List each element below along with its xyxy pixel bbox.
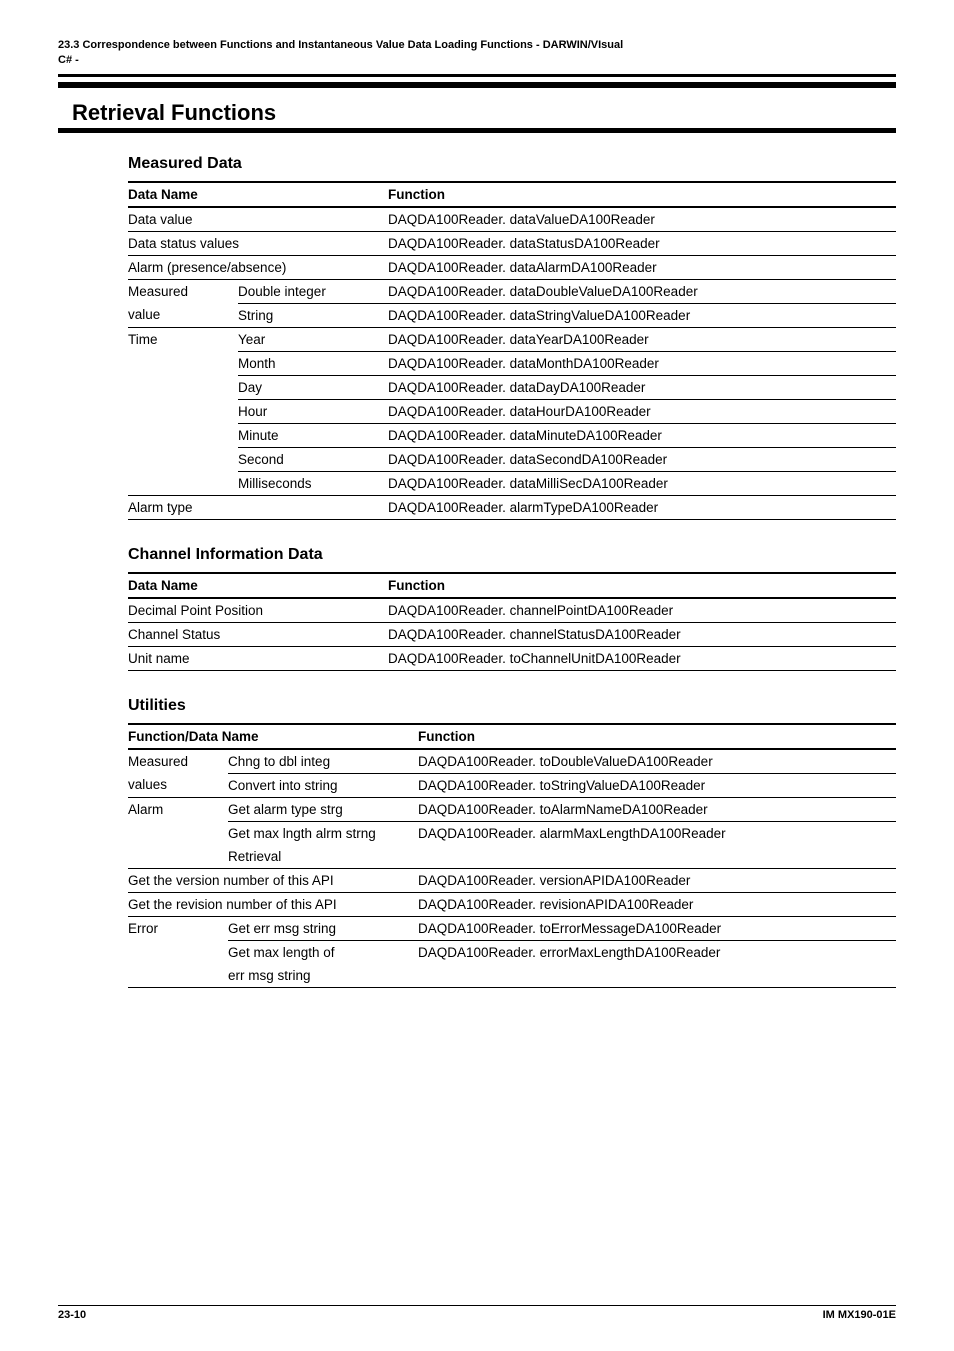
table-cell: Time: [128, 327, 238, 351]
table-cell: [128, 447, 238, 471]
table-cell: Double integer: [238, 279, 388, 303]
table-cell: [128, 423, 238, 447]
col-header: Function: [388, 573, 896, 598]
table-cell: Second: [238, 447, 388, 471]
section-title: Retrieval Functions: [72, 100, 896, 126]
table-cell: Day: [238, 375, 388, 399]
table-cell: Hour: [238, 399, 388, 423]
table-cell: DAQDA100Reader. toAlarmNameDA100Reader: [418, 797, 896, 821]
page-number: 23-10: [58, 1309, 86, 1321]
table-cell: DAQDA100Reader. toDoubleValueDA100Reader: [418, 749, 896, 774]
table-cell: err msg string: [228, 964, 418, 988]
table-cell: values: [128, 773, 228, 797]
table-cell: Alarm type: [128, 495, 388, 519]
table-cell: [418, 964, 896, 988]
table-cell: Get alarm type strg: [228, 797, 418, 821]
utilities-table: Function/Data Name Function MeasuredChng…: [128, 723, 896, 988]
measured-data-table: Data Name Function Data valueDAQDA100Rea…: [128, 181, 896, 520]
channel-info-table: Data Name Function Decimal Point Positio…: [128, 572, 896, 671]
col-header: Function: [388, 182, 896, 207]
table-cell: Measured: [128, 749, 228, 774]
table-cell: [128, 964, 228, 988]
col-header: Function: [418, 724, 896, 749]
table-cell: String: [238, 303, 388, 327]
table-cell: Retrieval: [228, 845, 418, 869]
table-cell: [128, 375, 238, 399]
table-cell: Chng to dbl integ: [228, 749, 418, 774]
table-cell: DAQDA100Reader. toStringValueDA100Reader: [418, 773, 896, 797]
page-context: 23.3 Correspondence between Functions an…: [58, 38, 896, 68]
table-cell: [418, 845, 896, 869]
col-header: Data Name: [128, 182, 388, 207]
table-cell: DAQDA100Reader. versionAPIDA100Reader: [418, 868, 896, 892]
meta-line1: 23.3 Correspondence between Functions an…: [58, 39, 623, 51]
table-cell: Get the revision number of this API: [128, 892, 418, 916]
table-cell: Convert into string: [228, 773, 418, 797]
table-cell: DAQDA100Reader. dataMinuteDA100Reader: [388, 423, 896, 447]
table-cell: DAQDA100Reader. dataMilliSecDA100Reader: [388, 471, 896, 495]
table-cell: Get max length of: [228, 940, 418, 964]
table-cell: Alarm: [128, 797, 228, 821]
table-cell: Year: [238, 327, 388, 351]
table-cell: DAQDA100Reader. dataStatusDA100Reader: [388, 231, 896, 255]
table-cell: Error: [128, 916, 228, 940]
table-cell: DAQDA100Reader. dataYearDA100Reader: [388, 327, 896, 351]
subheading-utilities: Utilities: [128, 697, 896, 715]
meta-line2: C# -: [58, 54, 79, 66]
table-cell: [128, 351, 238, 375]
table-cell: DAQDA100Reader. dataMonthDA100Reader: [388, 351, 896, 375]
table-cell: value: [128, 303, 238, 327]
table-cell: Unit name: [128, 646, 388, 670]
table-cell: Data value: [128, 207, 388, 232]
table-cell: Measured: [128, 279, 238, 303]
doc-id: IM MX190-01E: [823, 1309, 896, 1321]
table-cell: [128, 845, 228, 869]
table-cell: DAQDA100Reader. toErrorMessageDA100Reade…: [418, 916, 896, 940]
page-footer: 23-10 IM MX190-01E: [58, 1305, 896, 1321]
table-cell: DAQDA100Reader. dataStringValueDA100Read…: [388, 303, 896, 327]
table-cell: DAQDA100Reader. dataSecondDA100Reader: [388, 447, 896, 471]
subheading-measured-data: Measured Data: [128, 155, 896, 173]
table-cell: DAQDA100Reader. channelStatusDA100Reader: [388, 622, 896, 646]
table-cell: [128, 399, 238, 423]
table-cell: Milliseconds: [238, 471, 388, 495]
table-cell: Get the version number of this API: [128, 868, 418, 892]
table-cell: Minute: [238, 423, 388, 447]
table-cell: DAQDA100Reader. dataAlarmDA100Reader: [388, 255, 896, 279]
table-cell: DAQDA100Reader. dataDoubleValueDA100Read…: [388, 279, 896, 303]
table-cell: Decimal Point Position: [128, 598, 388, 623]
table-cell: DAQDA100Reader. channelPointDA100Reader: [388, 598, 896, 623]
table-cell: DAQDA100Reader. alarmMaxLengthDA100Reade…: [418, 821, 896, 845]
table-cell: Get err msg string: [228, 916, 418, 940]
table-cell: Channel Status: [128, 622, 388, 646]
table-cell: Month: [238, 351, 388, 375]
table-cell: DAQDA100Reader. errorMaxLengthDA100Reade…: [418, 940, 896, 964]
table-cell: DAQDA100Reader. revisionAPIDA100Reader: [418, 892, 896, 916]
subheading-channel-info: Channel Information Data: [128, 546, 896, 564]
table-cell: DAQDA100Reader. alarmTypeDA100Reader: [388, 495, 896, 519]
divider: [58, 74, 896, 88]
table-cell: [128, 821, 228, 845]
divider: [58, 128, 896, 133]
table-cell: Data status values: [128, 231, 388, 255]
table-cell: DAQDA100Reader. dataDayDA100Reader: [388, 375, 896, 399]
col-header: Data Name: [128, 573, 388, 598]
table-cell: DAQDA100Reader. dataValueDA100Reader: [388, 207, 896, 232]
table-cell: DAQDA100Reader. dataHourDA100Reader: [388, 399, 896, 423]
table-cell: Alarm (presence/absence): [128, 255, 388, 279]
table-cell: [128, 940, 228, 964]
col-header: Function/Data Name: [128, 724, 418, 749]
table-cell: Get max lngth alrm strng: [228, 821, 418, 845]
table-cell: [128, 471, 238, 495]
table-cell: DAQDA100Reader. toChannelUnitDA100Reader: [388, 646, 896, 670]
